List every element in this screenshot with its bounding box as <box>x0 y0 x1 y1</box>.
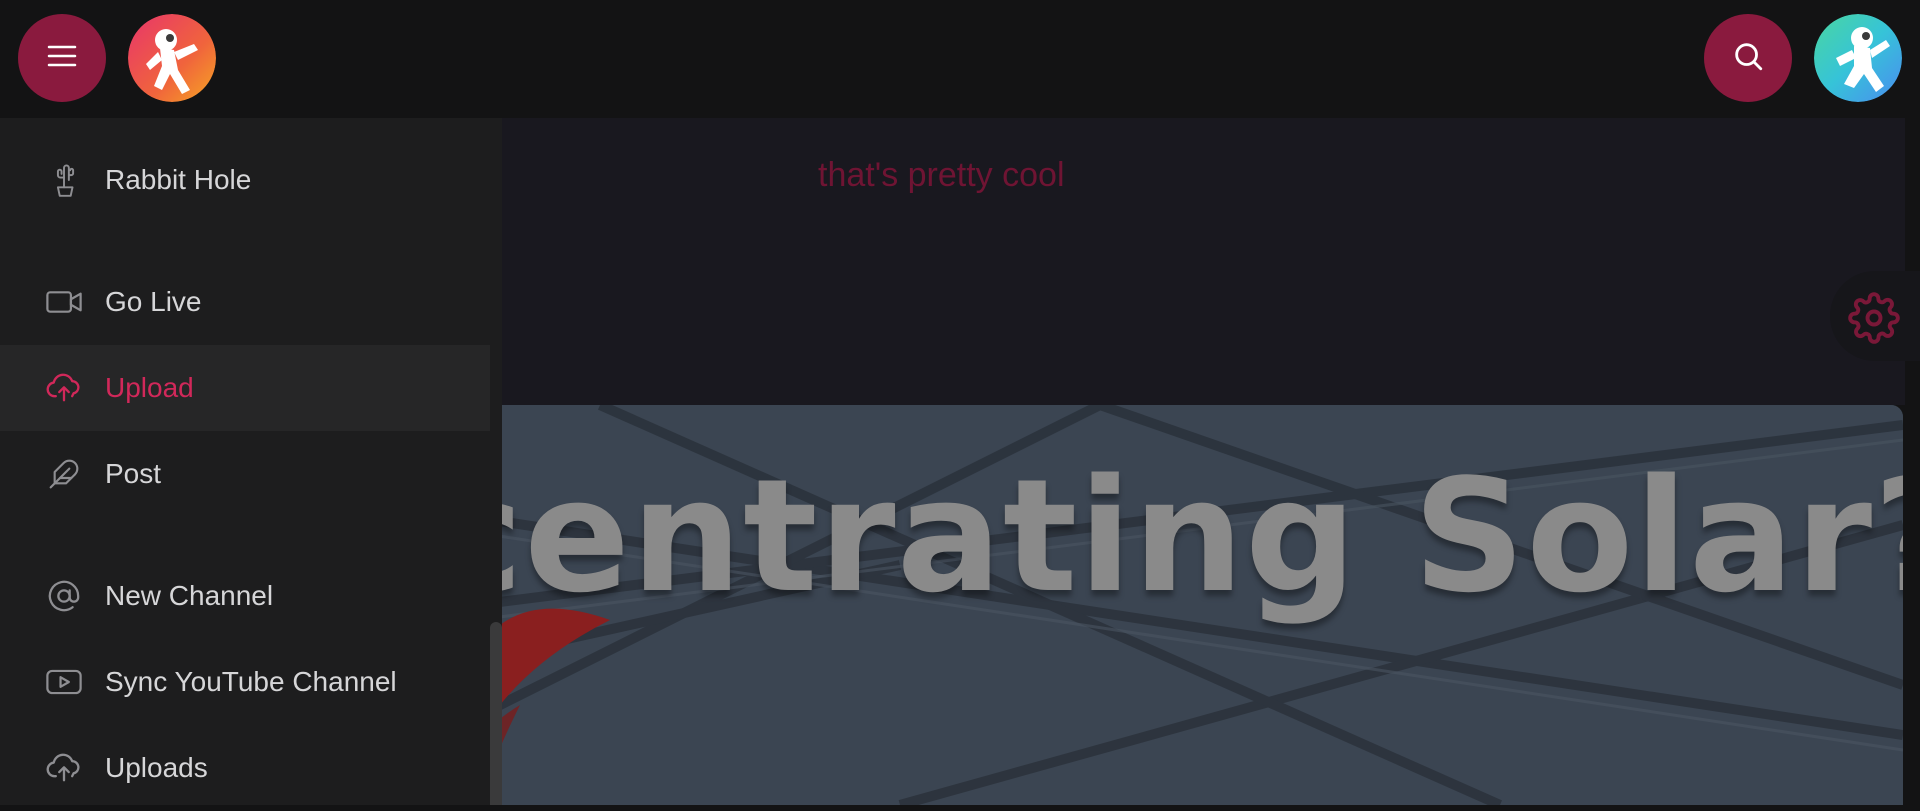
astronaut-logo[interactable] <box>128 14 216 102</box>
cloud-upload-icon <box>45 369 83 407</box>
menu-button[interactable] <box>18 14 106 102</box>
menu-item-post[interactable]: Post <box>0 431 490 517</box>
menu-item-label: Sync YouTube Channel <box>105 666 397 697</box>
menu-item-label: Uploads <box>105 752 208 783</box>
menu-item-new-channel[interactable]: New Channel <box>0 553 490 639</box>
side-menu: Rabbit Hole Go Live Upload Post New Chan… <box>0 118 502 805</box>
comment-text: that's pretty cool <box>818 156 1065 194</box>
search-icon <box>1731 39 1765 78</box>
menu-item-upload[interactable]: Upload <box>0 345 490 431</box>
menu-item-label: Go Live <box>105 286 202 317</box>
video-camera-icon <box>45 283 83 321</box>
menu-item-label: Upload <box>105 372 194 403</box>
gear-icon[interactable] <box>1848 292 1900 344</box>
menu-item-sync-youtube[interactable]: Sync YouTube Channel <box>0 639 490 725</box>
youtube-icon <box>45 663 83 701</box>
menu-item-uploads[interactable]: Uploads <box>0 725 490 811</box>
at-sign-icon <box>45 577 83 615</box>
hamburger-icon <box>46 44 78 73</box>
top-header <box>0 0 1920 118</box>
menu-item-label: Post <box>105 458 162 489</box>
menu-scrollbar[interactable] <box>490 622 502 805</box>
menu-item-go-live[interactable]: Go Live <box>0 259 490 345</box>
cloud-upload-icon <box>45 749 83 787</box>
user-avatar[interactable] <box>1814 14 1902 102</box>
menu-item-label: Rabbit Hole <box>105 164 252 195</box>
menu-item-label: New Channel <box>105 580 274 611</box>
search-button[interactable] <box>1704 14 1792 102</box>
cactus-icon <box>45 161 83 199</box>
feather-icon <box>45 455 83 493</box>
menu-item-rabbit-hole[interactable]: Rabbit Hole <box>0 137 490 223</box>
